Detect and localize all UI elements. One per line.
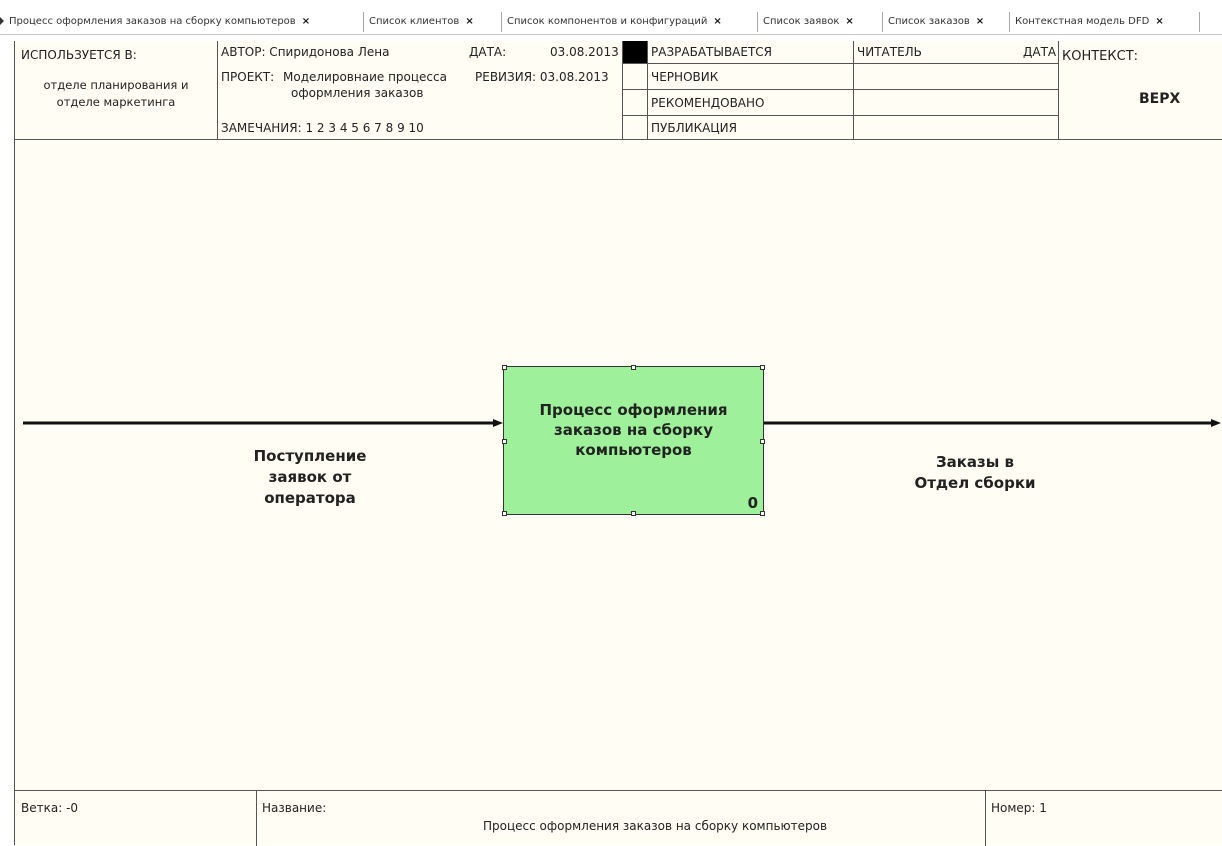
- close-icon[interactable]: ×: [465, 16, 473, 27]
- process-label-line: Процесс оформления: [539, 401, 728, 419]
- process-label: Процесс оформления заказов на сборку ком…: [504, 400, 763, 460]
- input-arrow-label[interactable]: Поступление заявок от оператора: [225, 446, 395, 509]
- status-draft: ЧЕРНОВИК: [651, 70, 719, 84]
- resize-handle[interactable]: [502, 511, 507, 516]
- node-number: Ветка: -0: [21, 801, 79, 815]
- tab-label: Контекстная модель DFD: [1015, 16, 1150, 27]
- divider: [622, 63, 1058, 64]
- divider: [622, 89, 1058, 90]
- title-label: Название:: [262, 801, 327, 815]
- status-recommended: РЕКОМЕНДОВАНО: [651, 96, 765, 110]
- date-value: 03.08.2013: [550, 45, 619, 59]
- diagram-number: Номер: 1: [991, 801, 1047, 815]
- tab-components[interactable]: Список компонентов и конфигураций ×: [502, 12, 758, 32]
- tab-label: Список заказов: [888, 16, 970, 27]
- used-in-line-1: отделе планирования и: [43, 78, 189, 92]
- tab-process[interactable]: Процесс оформления заказов на сборку ком…: [4, 12, 364, 32]
- divider: [1058, 41, 1059, 140]
- close-icon[interactable]: ×: [845, 16, 853, 27]
- resize-handle[interactable]: [631, 511, 636, 516]
- status-developing: РАЗРАБАТЫВАЕТСЯ: [651, 45, 773, 59]
- input-label-line: заявок от: [268, 468, 352, 486]
- tab-requests[interactable]: Список заявок ×: [758, 12, 883, 32]
- divider: [256, 791, 257, 846]
- context-value: ВЕРХ: [1139, 91, 1181, 107]
- process-label-line: заказов на сборку: [554, 421, 713, 439]
- used-in-line-2: отделе маркетинга: [56, 95, 176, 109]
- tab-label: Список клиентов: [369, 16, 460, 27]
- divider: [853, 41, 854, 140]
- notes: ЗАМЕЧАНИЯ: 1 2 3 4 5 6 7 8 9 10: [221, 121, 424, 135]
- output-label-line: Отдел сборки: [914, 474, 1036, 492]
- diagram-area: Процесс оформления заказов на сборку ком…: [15, 140, 1222, 790]
- divider: [647, 41, 648, 140]
- tab-orders[interactable]: Список заказов ×: [883, 12, 1010, 32]
- input-label-line: оператора: [264, 489, 356, 507]
- project-label: ПРОЕКТ:: [221, 70, 275, 84]
- divider: [985, 791, 986, 846]
- tab-bar: Процесс оформления заказов на сборку ком…: [0, 10, 1222, 35]
- resize-handle[interactable]: [760, 365, 765, 370]
- date-label: ДАТА:: [469, 45, 507, 59]
- close-icon[interactable]: ×: [976, 16, 984, 27]
- used-in-label: ИСПОЛЬЗУЕТСЯ В:: [21, 48, 137, 62]
- tab-label: Процесс оформления заказов на сборку ком…: [9, 16, 296, 27]
- resize-handle[interactable]: [760, 511, 765, 516]
- context-label: КОНТЕКСТ:: [1062, 49, 1139, 64]
- process-label-line: компьютеров: [575, 441, 692, 459]
- close-icon[interactable]: ×: [302, 16, 310, 27]
- resize-handle[interactable]: [631, 365, 636, 370]
- output-label-line: Заказы в: [935, 453, 1015, 471]
- output-arrow-label[interactable]: Заказы в Отдел сборки: [895, 452, 1055, 494]
- diagram-footer: Ветка: -0 Название: Процесс оформления з…: [15, 790, 1222, 846]
- process-box[interactable]: Процесс оформления заказов на сборку ком…: [502, 365, 765, 516]
- status-publication: ПУБЛИКАЦИЯ: [651, 121, 737, 135]
- input-arrowhead-icon: [493, 419, 503, 427]
- diagram-title: Процесс оформления заказов на сборку ком…: [483, 819, 828, 833]
- divider: [622, 115, 1058, 116]
- reader-date-label: ДАТА: [1023, 45, 1057, 59]
- process-number: 0: [747, 494, 758, 512]
- revision: РЕВИЗИЯ: 03.08.2013: [475, 70, 609, 84]
- output-arrowhead-icon: [1211, 419, 1221, 427]
- tab-label: Список заявок: [763, 16, 840, 27]
- resize-handle[interactable]: [502, 365, 507, 370]
- reader-label: ЧИТАТЕЛЬ: [857, 45, 922, 59]
- status-marker: [623, 41, 647, 63]
- tab-clients[interactable]: Список клиентов ×: [364, 12, 502, 32]
- project-line-2: оформления заказов: [291, 86, 424, 100]
- project-line-1: Моделировнаие процесса: [283, 70, 447, 84]
- input-label-line: Поступление: [253, 447, 367, 465]
- diagram-canvas: ИСПОЛЬЗУЕТСЯ В: отделе планирования и от…: [14, 41, 1222, 846]
- close-icon[interactable]: ×: [1155, 16, 1163, 27]
- divider: [217, 41, 218, 140]
- tab-context-dfd[interactable]: Контекстная модель DFD ×: [1010, 12, 1200, 32]
- diagram-header: ИСПОЛЬЗУЕТСЯ В: отделе планирования и от…: [15, 41, 1222, 140]
- tab-label: Список компонентов и конфигураций: [507, 16, 708, 27]
- author: АВТОР: Спиридонова Лена: [221, 45, 390, 59]
- close-icon[interactable]: ×: [713, 16, 721, 27]
